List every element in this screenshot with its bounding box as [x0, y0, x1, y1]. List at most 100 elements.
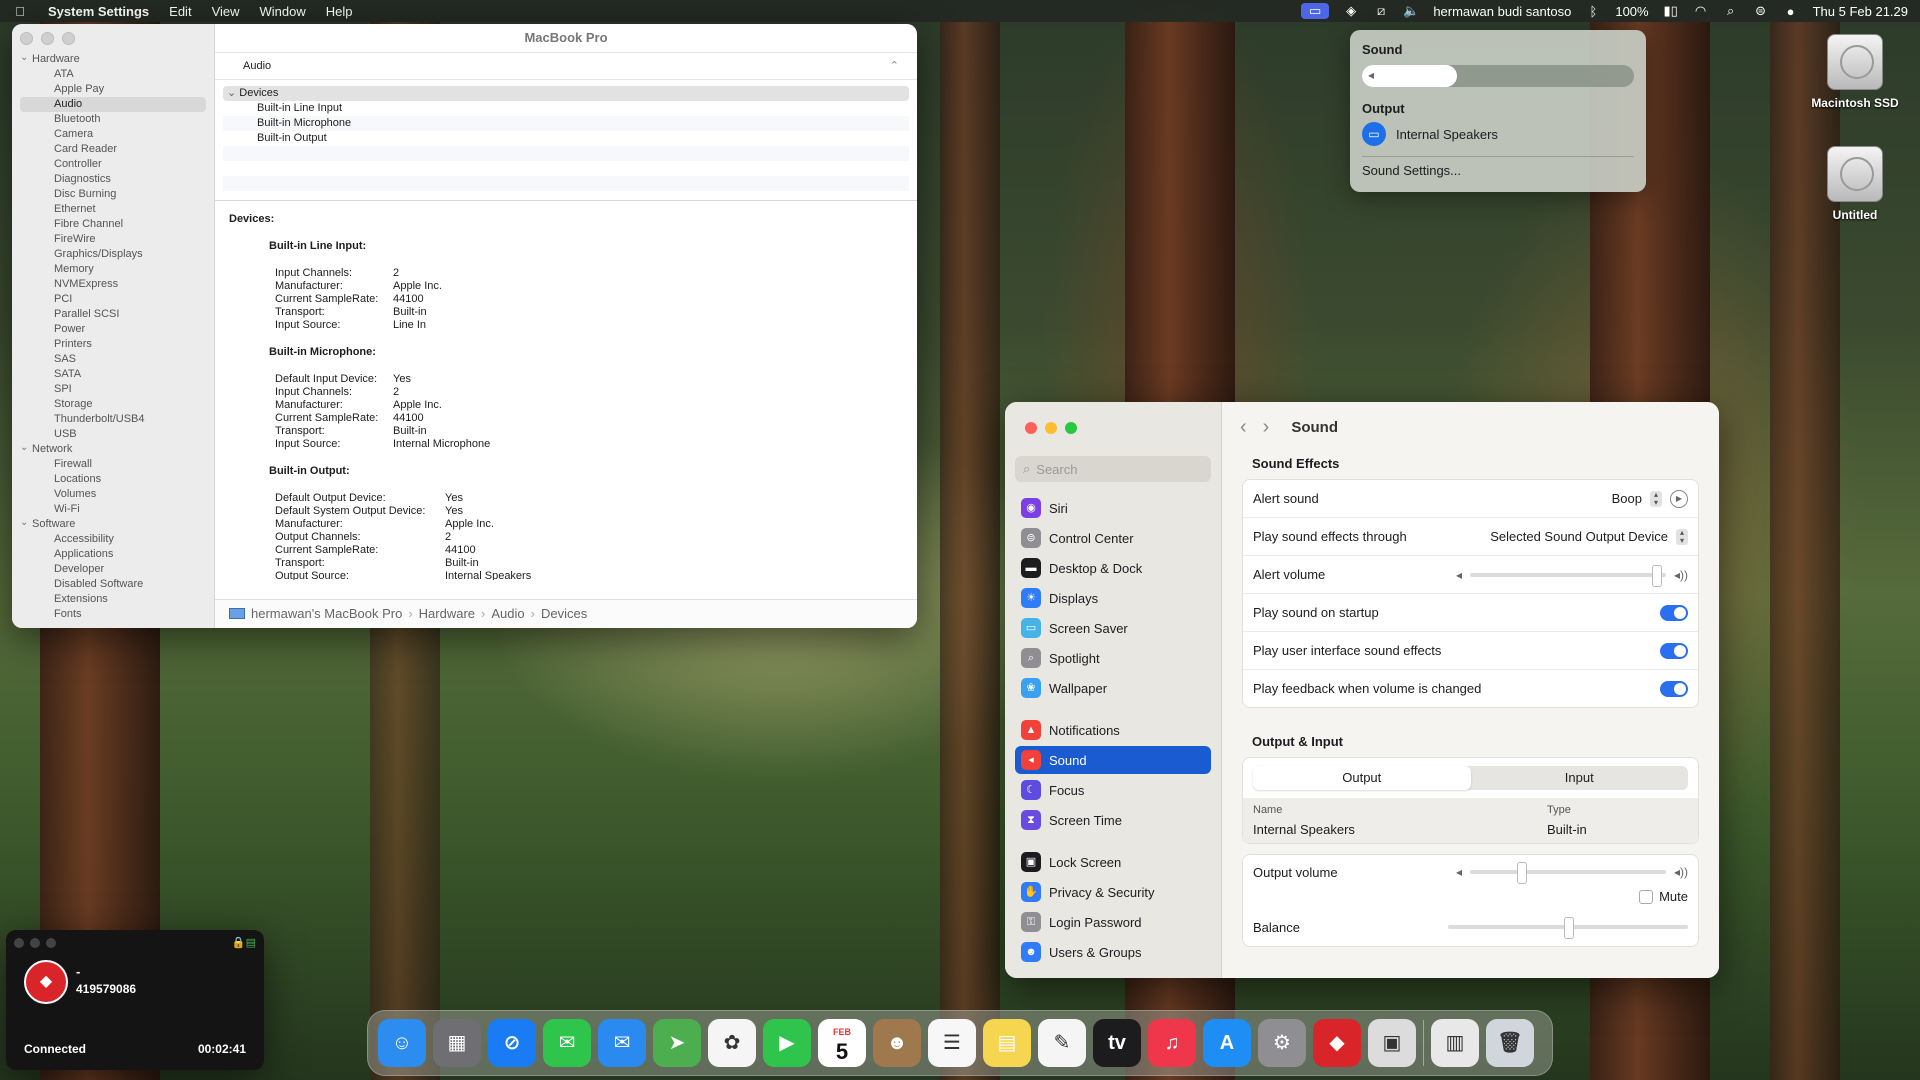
tree-item[interactable]: Wi-Fi: [20, 502, 206, 517]
control-center-icon[interactable]: ⊜: [1753, 3, 1769, 19]
sound-settings-link[interactable]: Sound Settings...: [1362, 163, 1634, 178]
alert-sound-popup[interactable]: Boop: [1612, 491, 1642, 506]
dock-photos-icon[interactable]: ✿: [708, 1019, 756, 1067]
tab-output[interactable]: Output: [1253, 766, 1471, 790]
wifi-icon[interactable]: ◠: [1693, 3, 1709, 19]
zoom-button[interactable]: [46, 938, 56, 948]
tree-group-hardware[interactable]: Hardware: [20, 52, 206, 67]
minimize-button[interactable]: [30, 938, 40, 948]
dock-messages-icon[interactable]: ✉: [543, 1019, 591, 1067]
volume-slider[interactable]: ◂: [1362, 65, 1634, 87]
dock-safari-icon[interactable]: ⊘: [488, 1019, 536, 1067]
tree-item[interactable]: FireWire: [20, 232, 206, 247]
app-menu[interactable]: System Settings: [48, 4, 149, 19]
sidebar-item-spotlight[interactable]: ⌕ Spotlight: [1015, 644, 1211, 672]
sidebar-item-sound[interactable]: ◂ Sound: [1015, 746, 1211, 774]
dock-contacts-icon[interactable]: ☻: [873, 1019, 921, 1067]
dock-music-icon[interactable]: ♫: [1148, 1019, 1196, 1067]
layers-icon[interactable]: ◈: [1343, 3, 1359, 19]
tree-item[interactable]: Thunderbolt/USB4: [20, 412, 206, 427]
tree-item[interactable]: Accessibility: [20, 532, 206, 547]
sidebar-item-wallpaper[interactable]: ❀ Wallpaper: [1015, 674, 1211, 702]
tree-item[interactable]: Developer: [20, 562, 206, 577]
tree-item[interactable]: Diagnostics: [20, 172, 206, 187]
tree-group-software[interactable]: Software: [20, 517, 206, 532]
sidebar-item-control-center[interactable]: ⊜ Control Center: [1015, 524, 1211, 552]
tree-item[interactable]: NVMExpress: [20, 277, 206, 292]
dock-downloads-icon[interactable]: ▥: [1431, 1019, 1479, 1067]
zoom-button[interactable]: [62, 32, 75, 45]
device-tree-item[interactable]: Built-in Line Input: [223, 101, 909, 116]
tree-item[interactable]: Firewall: [20, 457, 206, 472]
breadcrumb-item[interactable]: Hardware: [419, 606, 475, 621]
battery-icon[interactable]: ▮▯: [1663, 3, 1679, 19]
chevron-up-icon[interactable]: ⌃: [890, 53, 899, 79]
dock-finder-icon[interactable]: ☺: [378, 1019, 426, 1067]
minimize-button[interactable]: [41, 32, 54, 45]
tree-item[interactable]: Bluetooth: [20, 112, 206, 127]
dock-freeform-icon[interactable]: ✎: [1038, 1019, 1086, 1067]
output-volume-slider[interactable]: [1469, 862, 1666, 884]
dock-facetime-icon[interactable]: ▶: [763, 1019, 811, 1067]
tree-item[interactable]: Disc Burning: [20, 187, 206, 202]
apple-icon[interactable]: : [12, 4, 28, 19]
menu-view[interactable]: View: [212, 4, 240, 19]
dock-reminders-icon[interactable]: ☰: [928, 1019, 976, 1067]
dock-system-information-icon[interactable]: ▣: [1368, 1019, 1416, 1067]
breadcrumb-item[interactable]: Audio: [491, 606, 524, 621]
alert-volume-slider[interactable]: [1469, 564, 1666, 587]
sidebar-item-lock-screen[interactable]: ▣ Lock Screen: [1015, 848, 1211, 876]
clock[interactable]: Thu 5 Feb 21.29: [1813, 4, 1908, 19]
tree-item[interactable]: Locations: [20, 472, 206, 487]
desktop-icon-untitled[interactable]: Untitled: [1800, 146, 1910, 222]
output-device-item[interactable]: ▭ Internal Speakers: [1362, 122, 1634, 146]
screen-mirror-icon[interactable]: ▭: [1301, 3, 1330, 19]
close-button[interactable]: [1025, 422, 1037, 434]
dock-notes-icon[interactable]: ▤: [983, 1019, 1031, 1067]
dock-tv-icon[interactable]: tv: [1093, 1019, 1141, 1067]
sidebar-item-siri[interactable]: ◉ Siri: [1015, 494, 1211, 522]
sidebar-item-privacy-security[interactable]: ✋ Privacy & Security: [1015, 878, 1211, 906]
menu-edit[interactable]: Edit: [169, 4, 191, 19]
tree-item[interactable]: USB: [20, 427, 206, 442]
forward-button[interactable]: ›: [1263, 416, 1270, 439]
slider-knob[interactable]: [1564, 917, 1574, 939]
desktop-icon-macintosh-ssd[interactable]: Macintosh SSD: [1800, 34, 1910, 110]
tree-item[interactable]: SAS: [20, 352, 206, 367]
dock-app-store-icon[interactable]: A: [1203, 1019, 1251, 1067]
tree-item[interactable]: Graphics/Displays: [20, 247, 206, 262]
play-icon[interactable]: ▶: [1670, 489, 1688, 508]
dock-trash-icon[interactable]: 🗑: [1486, 1019, 1534, 1067]
tree-item[interactable]: Parallel SCSI: [20, 307, 206, 322]
sidebar-item-displays[interactable]: ☀ Displays: [1015, 584, 1211, 612]
device-tree-item[interactable]: Built-in Microphone: [223, 116, 909, 131]
volume-icon[interactable]: 🔈: [1403, 3, 1419, 19]
tree-item[interactable]: Ethernet: [20, 202, 206, 217]
tree-item[interactable]: SPI: [20, 382, 206, 397]
tree-item[interactable]: Controller: [20, 157, 206, 172]
close-button[interactable]: [14, 938, 24, 948]
breadcrumb-item[interactable]: hermawan's MacBook Pro: [251, 606, 402, 621]
sidebar-item-notifications[interactable]: ▲ Notifications: [1015, 716, 1211, 744]
tree-item[interactable]: Fibre Channel: [20, 217, 206, 232]
tree-item[interactable]: Volumes: [20, 487, 206, 502]
sidebar-item-users-groups[interactable]: ☻ Users & Groups: [1015, 938, 1211, 966]
tree-group-network[interactable]: Network: [20, 442, 206, 457]
lock-chat-icon[interactable]: 🔒▤: [232, 936, 256, 949]
dock-launchpad-icon[interactable]: ▦: [433, 1019, 481, 1067]
sidebar-item-screen-saver[interactable]: ▭ Screen Saver: [1015, 614, 1211, 642]
slider-knob[interactable]: [1516, 862, 1527, 884]
menu-window[interactable]: Window: [260, 4, 306, 19]
tree-item[interactable]: Memory: [20, 262, 206, 277]
siri-icon[interactable]: ●: [1783, 4, 1799, 19]
zoom-button[interactable]: [1065, 422, 1077, 434]
toggle-switch[interactable]: [1660, 642, 1688, 659]
tree-item[interactable]: Storage: [20, 397, 206, 412]
tree-item[interactable]: Printers: [20, 337, 206, 352]
minimize-button[interactable]: [1045, 422, 1057, 434]
tree-item[interactable]: PCI: [20, 292, 206, 307]
dock-mail-icon[interactable]: ✉: [598, 1019, 646, 1067]
search-field[interactable]: ⌕ Search: [1015, 456, 1211, 482]
device-tree-item[interactable]: Built-in Output: [223, 131, 909, 146]
tree-item[interactable]: Audio: [20, 97, 206, 112]
